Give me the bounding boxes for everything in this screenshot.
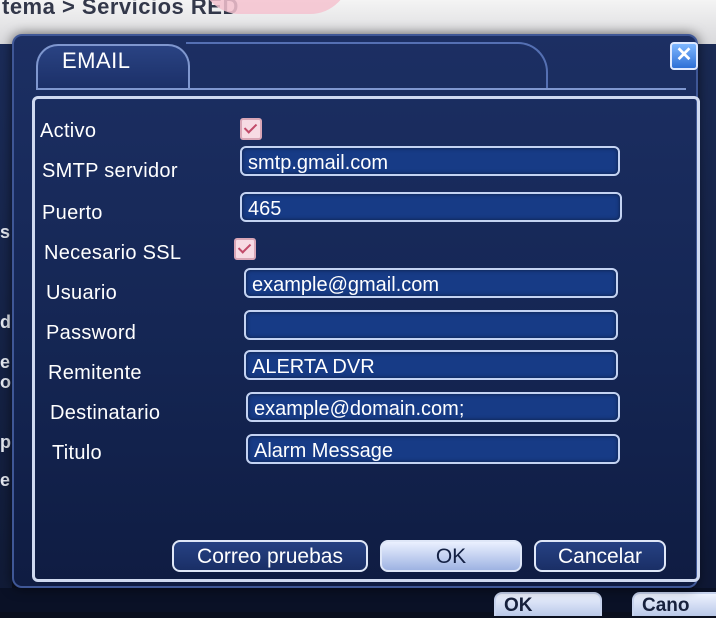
port-label: Puerto [42,202,103,224]
activo-label: Activo [40,120,97,142]
background-cancel-button: Cano [632,592,716,616]
dialog-tab-divider [36,88,686,90]
background-ok-button: OK [494,592,602,616]
background-text-fragment: e [0,470,11,490]
sender-label: Remitente [48,362,142,384]
recipient-label: Destinatario [50,402,161,424]
background-footer [0,588,716,612]
subject-field[interactable]: Alarm Message [246,434,620,464]
dialog-title: EMAIL [62,48,131,73]
test-email-button[interactable]: Correo pruebas [172,540,368,572]
user-label: Usuario [46,282,118,304]
cancel-button[interactable]: Cancelar [534,540,666,572]
recipient-field[interactable]: example@domain.com; [246,392,620,422]
password-field[interactable] [244,310,618,340]
background-text-fragment: e [0,352,11,372]
close-icon[interactable]: ✕ [670,42,698,70]
ssl-label: Necesario SSL [44,242,182,264]
smtp-server-field[interactable]: smtp.gmail.com [240,146,620,176]
sender-field[interactable]: ALERTA DVR [244,350,618,380]
ok-button[interactable]: OK [380,540,522,572]
dialog-tab-outline [186,42,548,90]
background-text-fragment: s [0,222,11,242]
background-breadcrumb: tema > Servicios RED [2,0,239,19]
port-field[interactable]: 465 [240,192,622,222]
password-label: Password [46,322,137,344]
user-field[interactable]: example@gmail.com [244,268,618,298]
smtp-server-label: SMTP servidor [42,160,178,182]
activo-checkbox[interactable] [240,118,262,140]
email-dialog: EMAIL ✕ Activo SMTP servidor smtp.gmail.… [12,34,700,588]
background-text-fragment: o [0,372,11,392]
ssl-checkbox[interactable] [234,238,256,260]
background-text-fragment: p [0,432,11,452]
background-text-fragment: d [0,312,11,332]
subject-label: Titulo [52,442,102,464]
